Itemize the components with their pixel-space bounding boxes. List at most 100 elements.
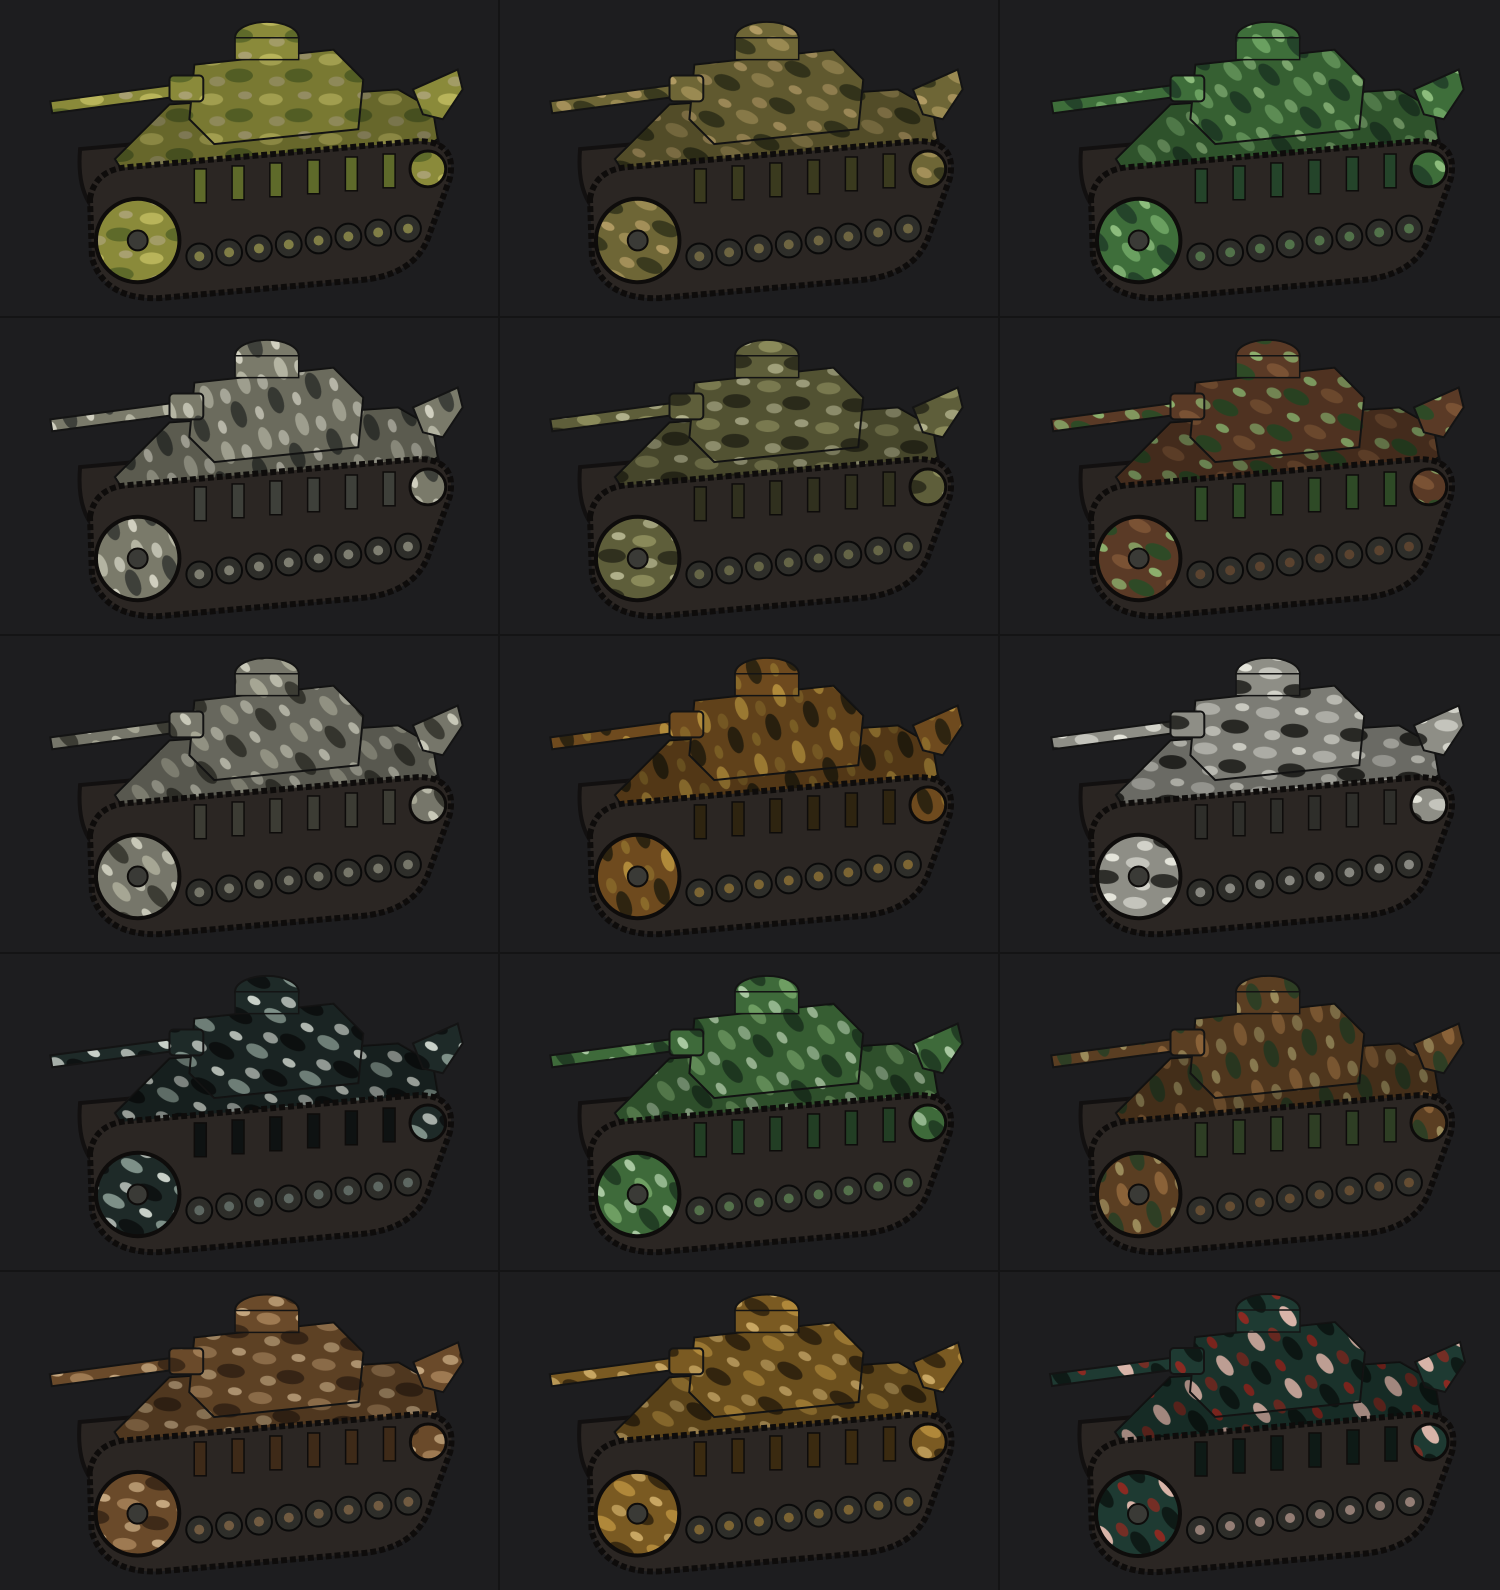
turret-shade — [689, 1003, 864, 1099]
gun-mantlet — [1169, 74, 1206, 103]
suspension-spring — [306, 1113, 321, 1149]
gun-mantlet — [668, 74, 705, 103]
road-wheel-hub — [373, 545, 384, 556]
idler-wheel — [908, 149, 948, 189]
road-wheel-hub — [813, 235, 824, 246]
suspension-spring — [693, 486, 708, 522]
road-wheel-hub — [873, 545, 884, 556]
road-wheel-hub — [1254, 243, 1265, 254]
suspension-spring — [1345, 1110, 1360, 1146]
suspension-spring — [193, 1122, 208, 1158]
suspension-spring — [693, 1441, 707, 1477]
road-wheel-hub — [813, 1189, 824, 1200]
turret-shade — [1190, 49, 1365, 145]
suspension-spring — [882, 789, 896, 825]
suspension-spring — [806, 477, 821, 513]
suspension-spring — [1232, 165, 1246, 201]
suspension-spring — [731, 483, 745, 519]
road-wheel-hub — [1404, 223, 1414, 234]
road-wheel-hub — [694, 1524, 705, 1535]
suspension-spring — [1345, 474, 1360, 510]
gun-mantlet — [668, 392, 705, 421]
suspension-spring — [1383, 153, 1397, 189]
cupola-base — [234, 1309, 300, 1334]
suspension-spring — [231, 1438, 245, 1474]
road-wheel-hub — [283, 1512, 294, 1523]
road-wheel-hub — [1374, 545, 1385, 556]
idler-wheel — [1410, 1422, 1450, 1462]
idler-wheel — [408, 149, 448, 189]
road-wheel-hub — [1344, 867, 1355, 878]
road-wheel-hub — [1254, 879, 1265, 890]
suspension-spring — [844, 792, 859, 828]
tank-body-group — [549, 974, 964, 1256]
suspension-spring — [1346, 1429, 1360, 1465]
sprocket-hub — [126, 1502, 149, 1525]
idler-wheel — [1409, 149, 1449, 189]
road-wheel-hub — [253, 879, 264, 890]
gun-mantlet — [168, 1347, 205, 1376]
road-wheel-hub — [843, 1504, 854, 1515]
road-wheel-hub — [724, 247, 735, 258]
road-wheel-hub — [694, 1205, 705, 1216]
suspension-spring — [193, 486, 208, 522]
road-wheel-hub — [1225, 1201, 1236, 1212]
road-wheel-hub — [1375, 1501, 1385, 1511]
road-wheel-hub — [1284, 1193, 1295, 1204]
road-wheel-hub — [783, 557, 794, 568]
road-wheel-hub — [194, 1524, 205, 1535]
road-wheel-hub — [194, 569, 205, 580]
road-wheel-hub — [1285, 1513, 1295, 1523]
road-wheel-hub — [1404, 541, 1414, 552]
suspension-spring — [1232, 1119, 1246, 1155]
cupola-base — [1235, 991, 1301, 1015]
turret-shade — [1190, 1322, 1365, 1417]
suspension-spring — [844, 1429, 859, 1465]
road-wheel-hub — [873, 863, 884, 874]
sprocket-hub — [1127, 1183, 1150, 1206]
turret-shade — [189, 1003, 364, 1099]
tank-tile — [1000, 318, 1500, 636]
road-wheel-hub — [1374, 227, 1385, 238]
idler-wheel — [408, 1422, 448, 1462]
gun-mantlet — [1169, 1347, 1205, 1375]
road-wheel-hub — [903, 223, 913, 234]
suspension-spring — [1194, 1122, 1209, 1158]
road-wheel-hub — [1195, 887, 1206, 898]
suspension-spring — [693, 804, 708, 840]
road-wheel-hub — [1255, 1517, 1265, 1527]
suspension-spring — [231, 165, 245, 201]
tank-tile — [0, 0, 500, 318]
road-wheel-hub — [753, 561, 764, 572]
tank-illustration — [549, 656, 964, 938]
suspension-spring — [1270, 1116, 1284, 1152]
suspension-spring — [1383, 789, 1397, 825]
gun-mantlet — [168, 74, 205, 103]
tank-tile — [0, 318, 500, 636]
sprocket-hub — [1127, 547, 1150, 570]
tank-body-group — [1050, 974, 1465, 1256]
turret-shade — [689, 1322, 864, 1418]
suspension-spring — [269, 162, 283, 198]
road-wheel-hub — [313, 235, 324, 246]
suspension-spring — [1345, 792, 1360, 828]
tank-illustration — [49, 20, 464, 302]
tank-illustration — [1050, 656, 1465, 938]
turret-shade — [689, 685, 864, 781]
cupola-base — [734, 355, 800, 379]
road-wheel-hub — [873, 1181, 884, 1192]
road-wheel-hub — [253, 1197, 264, 1208]
road-wheel-hub — [694, 569, 705, 580]
suspension-spring — [1194, 1441, 1208, 1477]
suspension-spring — [806, 159, 821, 195]
road-wheel-hub — [313, 553, 324, 564]
cupola-base — [234, 991, 300, 1015]
suspension-spring — [269, 1116, 283, 1152]
road-wheel-hub — [903, 1177, 913, 1188]
suspension-spring — [807, 1432, 821, 1468]
tank-body-group — [1050, 20, 1465, 302]
suspension-spring — [1232, 483, 1246, 519]
tank-illustration — [548, 1293, 965, 1575]
suspension-spring — [344, 156, 359, 192]
suspension-spring — [769, 1116, 783, 1152]
